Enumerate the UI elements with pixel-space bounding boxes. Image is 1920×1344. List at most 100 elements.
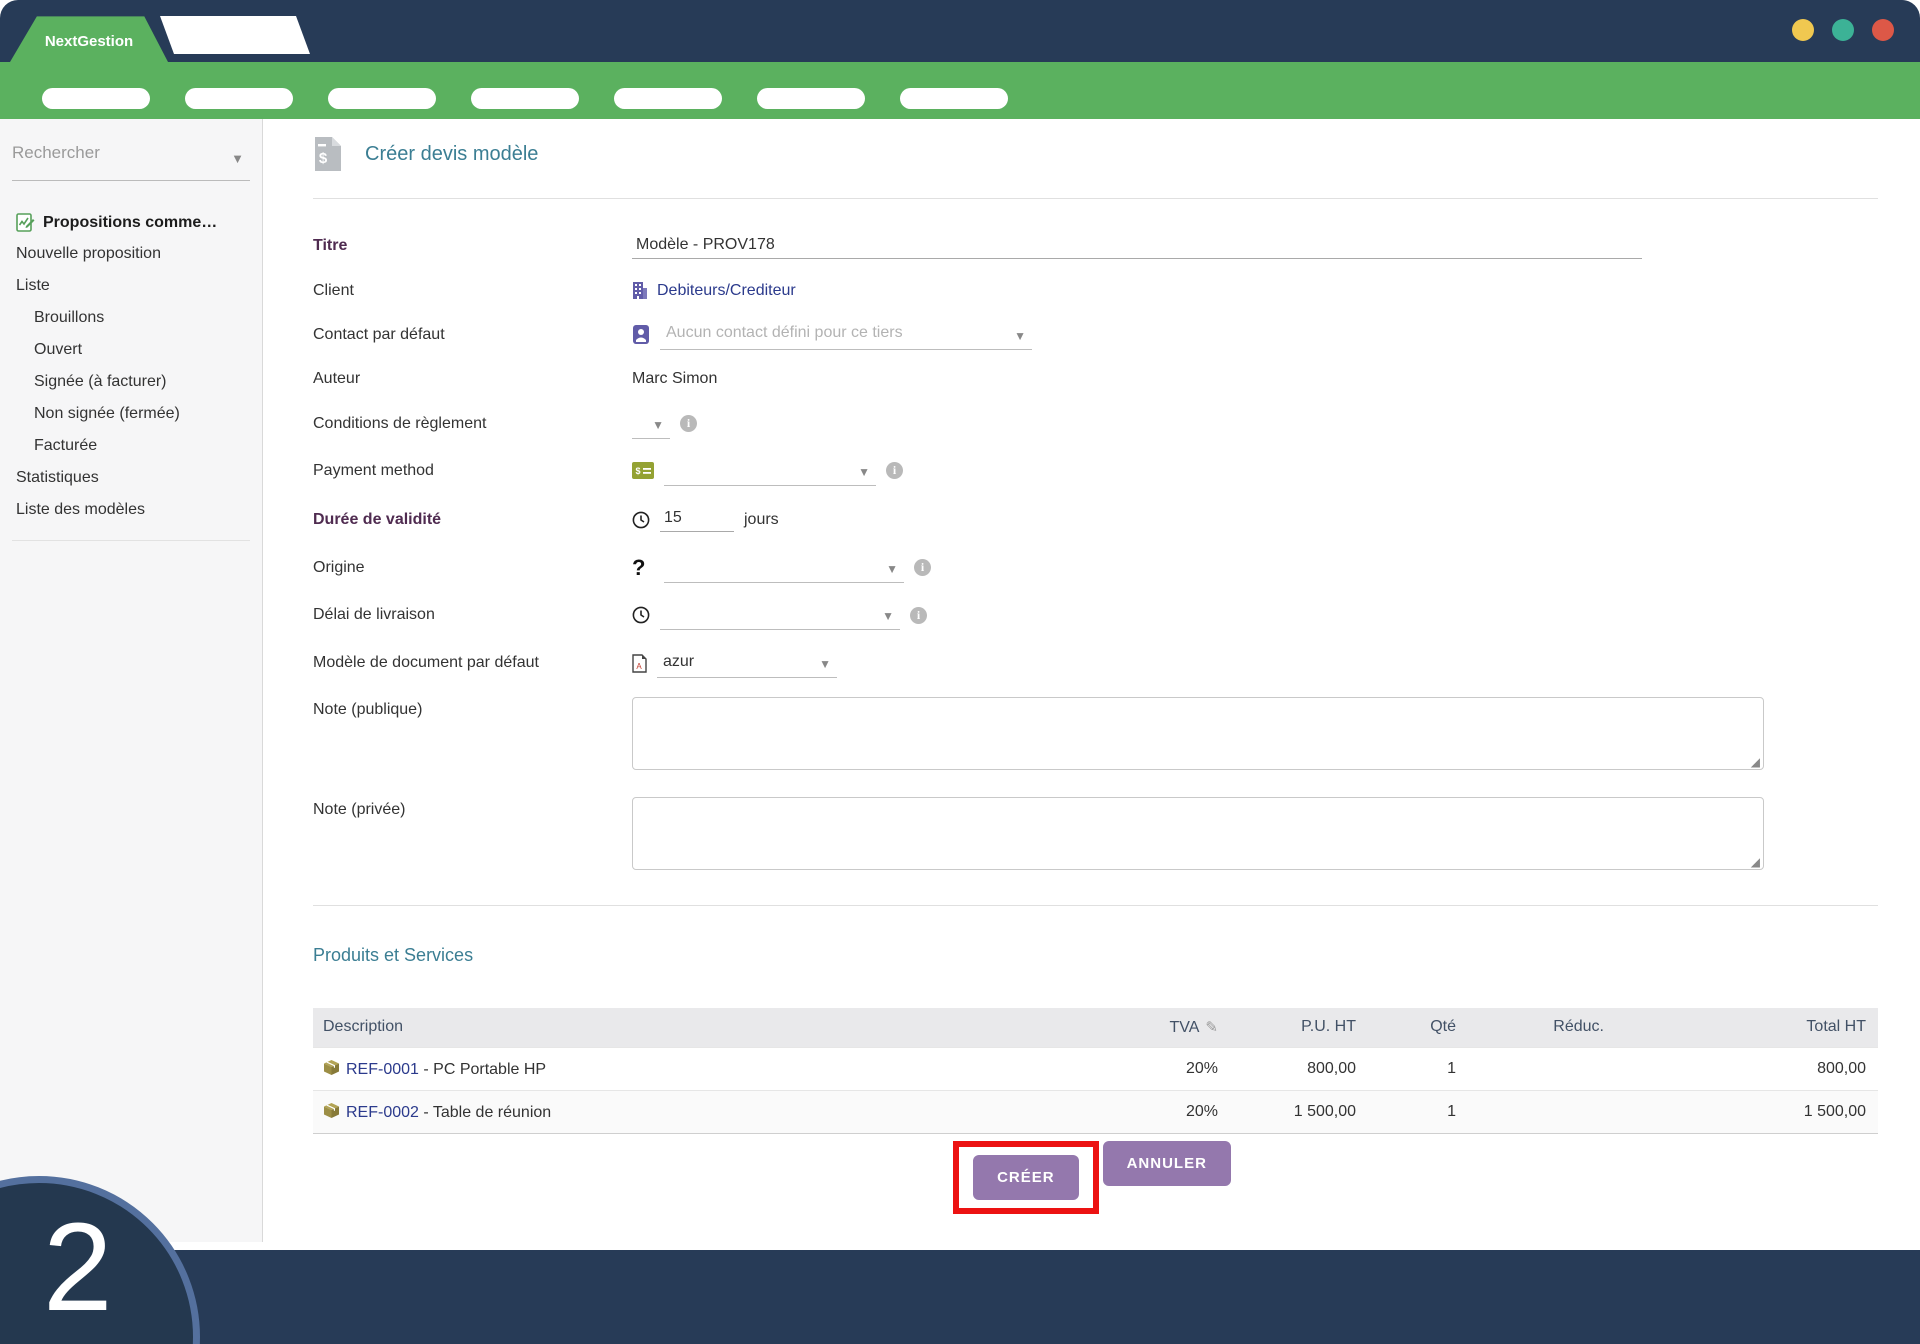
cell-reduc [1468, 1090, 1616, 1133]
payment-select[interactable]: ▼ [664, 456, 876, 486]
contact-card-icon [632, 325, 650, 344]
product-box-icon [323, 1102, 340, 1119]
cell-pu-ht: 800,00 [1230, 1047, 1368, 1090]
nav-pill[interactable] [328, 88, 436, 109]
ref-name-separator: - [419, 1061, 433, 1078]
application-window: NextGestion ▼ [0, 0, 1920, 1344]
info-icon[interactable]: i [910, 607, 927, 624]
create-button[interactable]: CRÉER [973, 1155, 1079, 1200]
company-icon [632, 282, 647, 299]
info-icon[interactable]: i [914, 559, 931, 576]
doc-template-select[interactable]: azur ▼ [657, 648, 837, 678]
money-bill-icon: $ [632, 462, 654, 479]
table-row: REF-0002 - Table de réunion 20% 1 500,00… [313, 1090, 1878, 1133]
quote-form: Titre Client [313, 223, 1878, 887]
conditions-select[interactable]: ▼ [632, 409, 670, 439]
product-ref-link[interactable]: REF-0002 [346, 1104, 419, 1121]
nav-pill[interactable] [42, 88, 150, 109]
auteur-value: Marc Simon [632, 370, 717, 388]
chevron-down-icon: ▼ [1014, 329, 1026, 343]
nav-pill[interactable] [471, 88, 579, 109]
sidebar-item-nouvelle-proposition[interactable]: Nouvelle proposition [0, 238, 262, 270]
chevron-down-icon: ▼ [882, 609, 894, 623]
window-controls [1792, 19, 1894, 41]
duree-label: Durée de validité [313, 511, 632, 529]
title-bar: NextGestion [0, 0, 1920, 62]
product-box-icon [323, 1059, 340, 1076]
sidebar-item-signee[interactable]: Signée (à facturer) [0, 366, 262, 398]
col-pu-ht[interactable]: P.U. HT [1230, 1008, 1368, 1047]
col-reduc[interactable]: Réduc. [1468, 1008, 1616, 1047]
col-total-ht[interactable]: Total HT [1616, 1008, 1878, 1047]
contact-select[interactable]: Aucun contact défini pour ce tiers ▼ [660, 320, 1032, 350]
note-privee-textarea[interactable] [632, 797, 1764, 870]
header-divider [313, 198, 1878, 199]
info-icon[interactable]: i [886, 462, 903, 479]
cell-pu-ht: 1 500,00 [1230, 1090, 1368, 1133]
col-description[interactable]: Description [313, 1008, 1112, 1047]
chevron-down-icon: ▼ [819, 657, 831, 671]
products-table: Description TVA✎ P.U. HT Qté Réduc. Tota… [313, 1008, 1878, 1134]
sidebar-item-statistiques[interactable]: Statistiques [0, 462, 262, 494]
clock-icon [632, 606, 650, 624]
nav-pill[interactable] [757, 88, 865, 109]
sidebar-item-non-signee[interactable]: Non signée (fermée) [0, 398, 262, 430]
client-link[interactable]: Debiteurs/Crediteur [657, 282, 796, 300]
sidebar: ▼ Propositions comme… Nouvelle propositi… [0, 119, 263, 1242]
cancel-button[interactable]: ANNULER [1103, 1141, 1231, 1186]
delai-select[interactable]: ▼ [660, 600, 900, 630]
sidebar-section-label: Propositions comme… [43, 214, 217, 232]
auteur-label: Auteur [313, 370, 632, 388]
validity-days-input[interactable] [664, 509, 730, 527]
section-divider [313, 905, 1878, 906]
titre-input[interactable] [636, 236, 1638, 254]
delai-label: Délai de livraison [313, 606, 632, 624]
sidebar-item-liste-des-modeles[interactable]: Liste des modèles [0, 494, 262, 526]
col-qte[interactable]: Qté [1368, 1008, 1468, 1047]
payment-label: Payment method [313, 462, 632, 480]
main-menu-bar [0, 62, 1920, 119]
info-icon[interactable]: i [680, 415, 697, 432]
contact-label: Contact par défaut [313, 326, 632, 344]
sidebar-item-liste[interactable]: Liste [0, 270, 262, 302]
sidebar-item-brouillons[interactable]: Brouillons [0, 302, 262, 334]
product-ref-link[interactable]: REF-0001 [346, 1061, 419, 1078]
note-privee-label: Note (privée) [313, 797, 632, 819]
nav-pill[interactable] [185, 88, 293, 109]
edit-pencil-icon[interactable]: ✎ [1205, 1019, 1218, 1036]
sidebar-divider [12, 540, 250, 541]
page-title: Créer devis modèle [365, 143, 538, 166]
maximize-button[interactable] [1832, 19, 1854, 41]
svg-text:$: $ [635, 466, 640, 476]
col-tva[interactable]: TVA✎ [1112, 1008, 1230, 1047]
cell-total-ht: 1 500,00 [1616, 1090, 1878, 1133]
question-mark-icon: ? [632, 555, 654, 581]
sidebar-item-ouvert[interactable]: Ouvert [0, 334, 262, 366]
chevron-down-icon: ▼ [652, 418, 664, 432]
close-button[interactable] [1872, 19, 1894, 41]
search-input[interactable] [12, 143, 222, 163]
sidebar-section-propositions[interactable]: Propositions comme… [0, 207, 262, 238]
product-name: Table de réunion [433, 1104, 551, 1121]
note-publique-textarea[interactable] [632, 697, 1764, 770]
resize-handle[interactable]: ◢ [1751, 755, 1760, 769]
sidebar-menu: Propositions comme… Nouvelle proposition… [0, 207, 262, 541]
sidebar-item-facturee[interactable]: Facturée [0, 430, 262, 462]
quote-document-icon: $ [313, 137, 341, 171]
resize-handle[interactable]: ◢ [1751, 855, 1760, 869]
minimize-button[interactable] [1792, 19, 1814, 41]
brand-tab[interactable]: NextGestion [10, 14, 168, 62]
nav-pill[interactable] [614, 88, 722, 109]
menu-pills [42, 88, 1008, 109]
note-publique-label: Note (publique) [313, 697, 632, 719]
cell-qte: 1 [1368, 1047, 1468, 1090]
chevron-down-icon[interactable]: ▼ [231, 151, 244, 166]
nav-pill[interactable] [900, 88, 1008, 109]
table-row: REF-0001 - PC Portable HP 20% 800,00 1 8… [313, 1047, 1878, 1090]
svg-text:$: $ [319, 150, 328, 167]
products-header-row: Description TVA✎ P.U. HT Qté Réduc. Tota… [313, 1008, 1878, 1047]
cell-tva: 20% [1112, 1090, 1230, 1133]
active-tab-placeholder[interactable] [158, 16, 310, 54]
origine-select[interactable]: ▼ [664, 553, 904, 583]
main-content: $ Créer devis modèle Titre Client [264, 119, 1920, 1250]
